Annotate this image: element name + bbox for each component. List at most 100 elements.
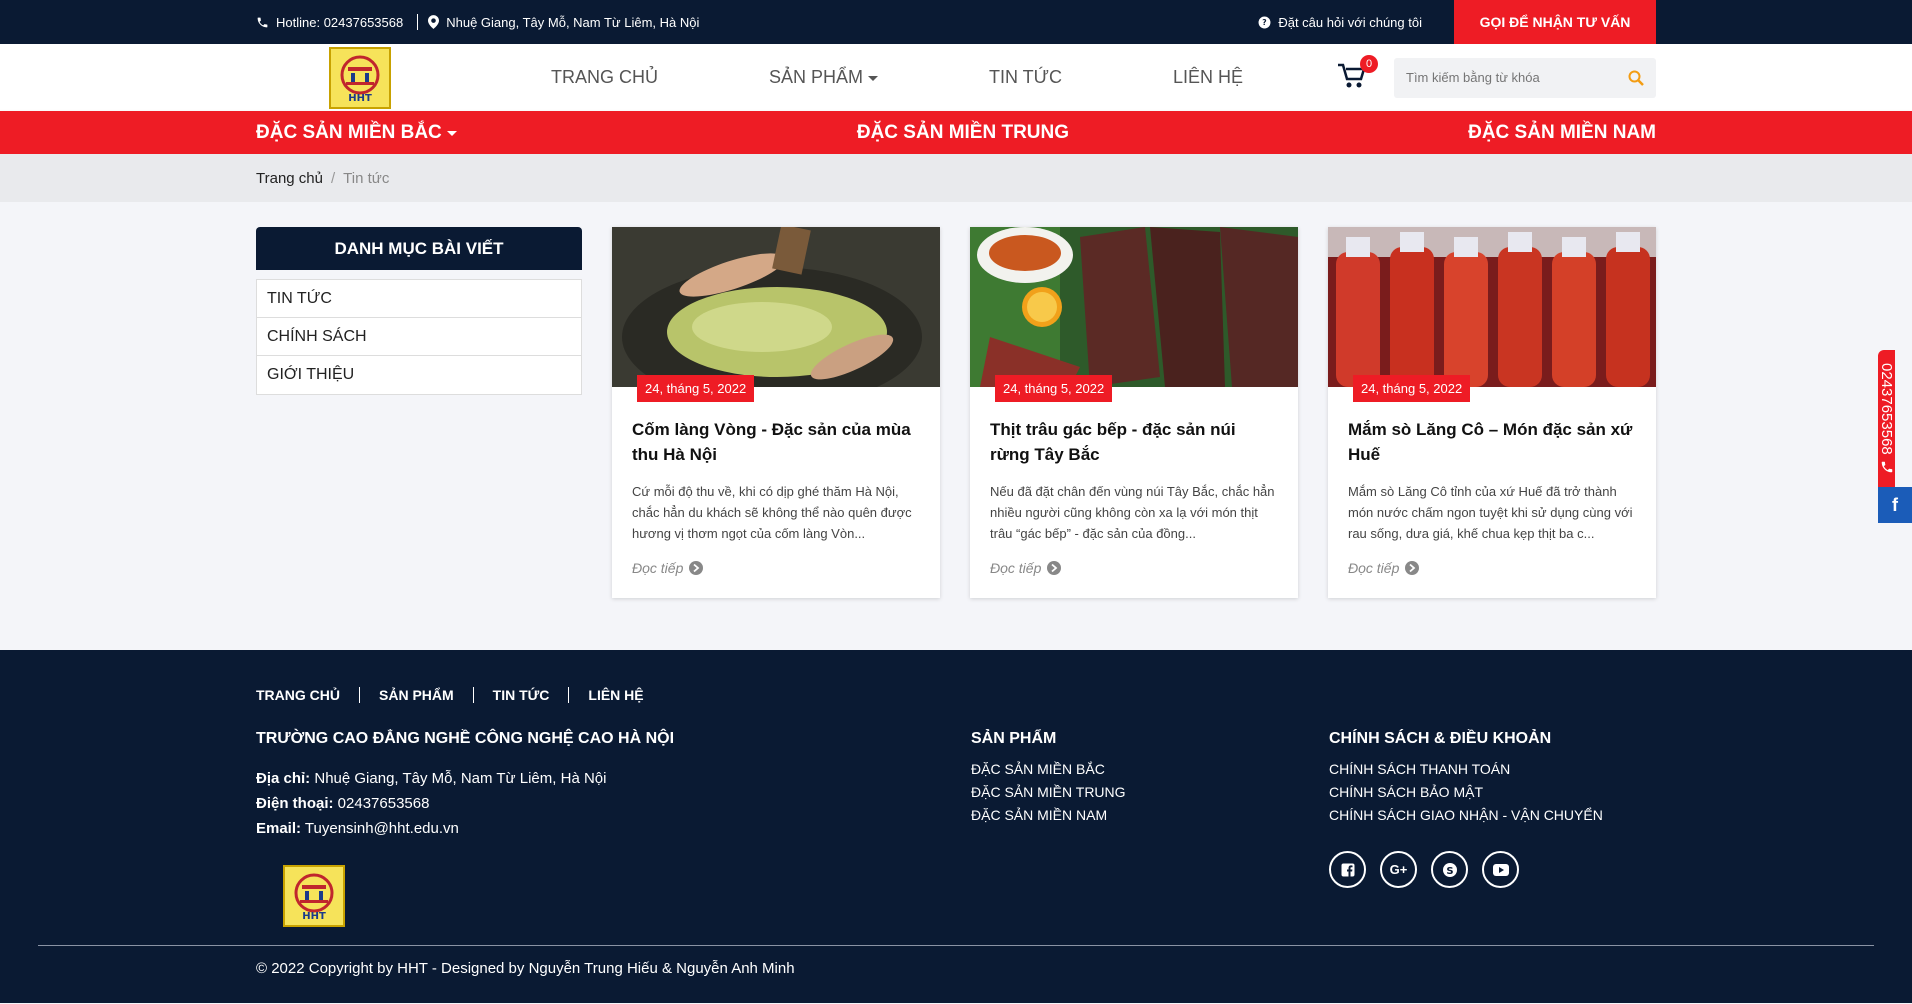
category-bar: ĐẶC SẢN MIỀN BẮC ĐẶC SẢN MIỀN TRUNG ĐẶC … xyxy=(0,111,1912,154)
caret-down-icon xyxy=(446,130,457,136)
main-content: DANH MỤC BÀI VIẾT TIN TỨC CHÍNH SÁCH GIỚ… xyxy=(0,202,1912,650)
footer-policy-payment[interactable]: CHÍNH SÁCH THANH TOÁN xyxy=(1329,758,1603,781)
read-more-link[interactable]: Đọc tiếp xyxy=(990,560,1278,576)
school-name: TRƯỜNG CAO ĐẲNG NGHỀ CÔNG NGHỆ CAO HÀ NỘ… xyxy=(256,730,675,747)
footer-products: SẢN PHẨM ĐẶC SẢN MIỀN BẮC ĐẶC SẢN MIỀN T… xyxy=(971,730,1329,927)
article-excerpt: Nếu đã đặt chân đến vùng núi Tây Bắc, ch… xyxy=(990,484,1275,541)
floating-contact: 02437653568 f xyxy=(1878,350,1912,523)
floating-phone-button[interactable]: 02437653568 xyxy=(1878,350,1895,487)
address-text: Nhuệ Giang, Tây Mỗ, Nam Từ Liêm, Hà Nội xyxy=(446,14,700,30)
divider xyxy=(417,14,419,30)
facebook-icon: f xyxy=(1892,494,1898,515)
footer: TRANG CHỦ SẢN PHẨM TIN TỨC LIÊN HỆ TRƯỜN… xyxy=(0,650,1912,1003)
call-consult-button[interactable]: GỌI ĐỂ NHẬN TƯ VẤN xyxy=(1454,0,1656,44)
footer-policy-shipping[interactable]: CHÍNH SÁCH GIAO NHẬN - VẬN CHUYỂN xyxy=(1329,804,1603,827)
floating-phone-number: 02437653568 xyxy=(1878,362,1895,455)
article-title[interactable]: Thịt trâu gác bếp - đặc sản núi rừng Tây… xyxy=(990,417,1278,467)
logo-emblem-icon: HHT xyxy=(294,873,334,922)
footer-products-title: SẢN PHẨM xyxy=(971,730,1057,747)
nav-news[interactable]: TIN TỨC xyxy=(989,67,1173,88)
article-card[interactable]: 24, tháng 5, 2022 Mắm sò Lăng Cô – Món đ… xyxy=(1328,227,1656,598)
footer-product-north[interactable]: ĐẶC SẢN MIỀN BẮC xyxy=(971,758,1329,781)
main-nav: TRANG CHỦ SẢN PHẨM TIN TỨC LIÊN HỆ xyxy=(551,67,1338,88)
article-date: 24, tháng 5, 2022 xyxy=(1353,375,1471,402)
address: Nhuệ Giang, Tây Mỗ, Nam Từ Liêm, Hà Nội xyxy=(428,15,699,30)
breadcrumb-home[interactable]: Trang chủ xyxy=(256,170,323,187)
read-more-link[interactable]: Đọc tiếp xyxy=(1348,560,1636,576)
cart-button[interactable]: 0 xyxy=(1338,54,1378,93)
cat-north[interactable]: ĐẶC SẢN MIỀN BẮC xyxy=(256,122,458,144)
sidebar-title: DANH MỤC BÀI VIẾT xyxy=(256,227,582,270)
cat-south[interactable]: ĐẶC SẢN MIỀN NAM xyxy=(1468,122,1656,144)
footer-contact: TRƯỜNG CAO ĐẲNG NGHỀ CÔNG NGHỆ CAO HÀ NỘ… xyxy=(256,730,971,927)
search-box xyxy=(1394,57,1656,98)
top-bar: Hotline: 02437653568 Nhuệ Giang, Tây Mỗ,… xyxy=(0,0,1912,44)
footer-nav: TRANG CHỦ SẢN PHẨM TIN TỨC LIÊN HỆ xyxy=(256,687,1656,703)
read-more-label: Đọc tiếp xyxy=(990,560,1042,576)
article-card[interactable]: 24, tháng 5, 2022 Thịt trâu gác bếp - đặ… xyxy=(970,227,1298,598)
footer-nav-contact[interactable]: LIÊN HỆ xyxy=(568,687,662,703)
footer-phone: Điện thoại: 02437653568 xyxy=(256,795,430,812)
cat-central[interactable]: ĐẶC SẢN MIỀN TRUNG xyxy=(857,122,1069,144)
logo-text: HHT xyxy=(348,93,372,104)
footer-logo[interactable]: HHT xyxy=(283,865,345,927)
footer-nav-products[interactable]: SẢN PHẨM xyxy=(359,687,473,703)
search-input[interactable] xyxy=(1406,70,1628,85)
arrow-circle-right-icon xyxy=(1047,561,1062,575)
footer-nav-news[interactable]: TIN TỨC xyxy=(472,687,569,703)
copyright: © 2022 Copyright by HHT - Designed by Ng… xyxy=(256,960,795,977)
article-excerpt: Cứ mỗi độ thu về, khi có dịp ghé thăm Hà… xyxy=(632,484,912,541)
article-excerpt: Mắm sò Lăng Cô tỉnh của xứ Huế đã trở th… xyxy=(1348,484,1633,541)
footer-policy-title: CHÍNH SÁCH & ĐIỀU KHOẢN xyxy=(1329,730,1552,747)
ask-question-text: Đặt câu hỏi với chúng tôi xyxy=(1278,14,1422,30)
article-title[interactable]: Mắm sò Lăng Cô – Món đặc sản xứ Huế xyxy=(1348,417,1636,467)
article-thumbnail[interactable] xyxy=(612,227,940,387)
facebook-icon[interactable] xyxy=(1329,851,1366,888)
article-thumbnail[interactable] xyxy=(1328,227,1656,387)
footer-product-central[interactable]: ĐẶC SẢN MIỀN TRUNG xyxy=(971,781,1329,804)
sidebar-item-about[interactable]: GIỚI THIỆU xyxy=(257,356,581,394)
footer-address: Địa chỉ: Nhuệ Giang, Tây Mỗ, Nam Từ Liêm… xyxy=(256,770,607,787)
article-card[interactable]: 24, tháng 5, 2022 Cốm làng Vòng - Đặc sả… xyxy=(612,227,940,598)
read-more-label: Đọc tiếp xyxy=(1348,560,1400,576)
header: HHT TRANG CHỦ SẢN PHẨM TIN TỨC LIÊN HỆ 0 xyxy=(0,44,1912,111)
logo-text: HHT xyxy=(302,911,326,922)
arrow-circle-right-icon xyxy=(689,561,704,575)
read-more-label: Đọc tiếp xyxy=(632,560,684,576)
sidebar-item-news[interactable]: TIN TỨC xyxy=(257,280,581,318)
footer-nav-home[interactable]: TRANG CHỦ xyxy=(256,687,359,703)
site-logo[interactable]: HHT xyxy=(329,46,391,109)
read-more-link[interactable]: Đọc tiếp xyxy=(632,560,920,576)
article-thumbnail[interactable] xyxy=(970,227,1298,387)
caret-down-icon xyxy=(868,75,879,81)
article-list: 24, tháng 5, 2022 Cốm làng Vòng - Đặc sả… xyxy=(612,227,1656,598)
search-icon[interactable] xyxy=(1628,70,1644,86)
footer-email: Email: Tuyensinh@hht.edu.vn xyxy=(256,820,459,837)
breadcrumb-separator: / xyxy=(330,169,336,187)
floating-facebook-button[interactable]: f xyxy=(1878,487,1912,523)
nav-contact[interactable]: LIÊN HỆ xyxy=(1173,67,1338,88)
breadcrumb: Trang chủ / Tin tức xyxy=(0,154,1912,202)
sidebar-item-policy[interactable]: CHÍNH SÁCH xyxy=(257,318,581,356)
svg-text:S: S xyxy=(1446,866,1453,877)
arrow-circle-right-icon xyxy=(1405,561,1420,575)
nav-products[interactable]: SẢN PHẨM xyxy=(769,67,989,88)
breadcrumb-current: Tin tức xyxy=(343,169,390,187)
phone-icon xyxy=(257,17,268,27)
article-date: 24, tháng 5, 2022 xyxy=(995,375,1113,402)
category-sidebar: DANH MỤC BÀI VIẾT TIN TỨC CHÍNH SÁCH GIỚ… xyxy=(256,227,582,598)
footer-policy-privacy[interactable]: CHÍNH SÁCH BẢO MẬT xyxy=(1329,781,1603,804)
nav-home[interactable]: TRANG CHỦ xyxy=(551,67,769,88)
hotline-text: Hotline: 02437653568 xyxy=(276,14,404,30)
svg-text:?: ? xyxy=(1263,18,1267,27)
cat-north-label: ĐẶC SẢN MIỀN BẮC xyxy=(256,121,442,143)
youtube-icon[interactable] xyxy=(1482,851,1519,888)
google-plus-icon[interactable]: G+ xyxy=(1380,851,1417,888)
article-title[interactable]: Cốm làng Vòng - Đặc sản của mùa thu Hà N… xyxy=(632,417,920,467)
hotline[interactable]: Hotline: 02437653568 xyxy=(256,15,403,30)
ask-question-link[interactable]: ? Đặt câu hỏi với chúng tôi xyxy=(1258,15,1422,30)
skype-icon[interactable]: S xyxy=(1431,851,1468,888)
article-date: 24, tháng 5, 2022 xyxy=(637,375,755,402)
footer-product-south[interactable]: ĐẶC SẢN MIỀN NAM xyxy=(971,804,1329,827)
cart-count-badge: 0 xyxy=(1360,54,1378,73)
